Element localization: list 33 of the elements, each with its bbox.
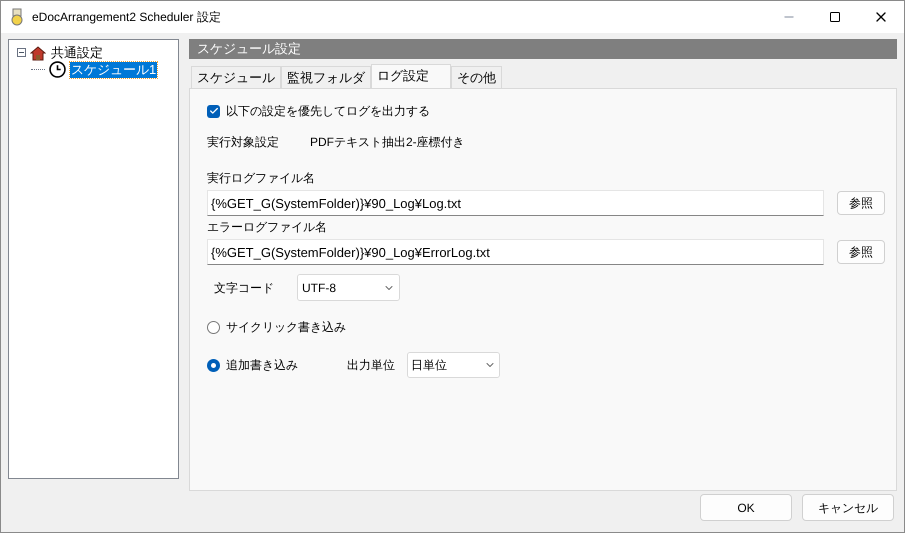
window-title: eDocArrangement2 Scheduler 設定: [32, 9, 221, 26]
browse-button[interactable]: 参照: [837, 240, 885, 264]
house-icon: [30, 44, 46, 60]
app-icon: [10, 8, 24, 26]
cancel-button[interactable]: キャンセル: [802, 494, 894, 521]
collapse-toggle[interactable]: [17, 48, 26, 57]
path-field[interactable]: {%GET_G(SystemFolder)}¥90_Log¥ErrorLog.txt: [207, 239, 824, 265]
field-label: 実行ログファイル名: [207, 170, 316, 186]
checkbox[interactable]: [207, 104, 220, 118]
unit-label: 出力単位: [347, 357, 396, 374]
ok-button[interactable]: OK: [700, 494, 792, 521]
maximize-icon: [829, 11, 841, 23]
radio-button[interactable]: [207, 358, 220, 372]
tree-item[interactable]: スケジュール1: [70, 62, 158, 78]
target-label: 実行対象設定: [207, 134, 280, 151]
target-value: PDFテキスト抽出2-座標付き: [310, 134, 465, 151]
encoding-dropdown[interactable]: UTF-8: [297, 274, 400, 301]
tab[interactable]: 監視フォルダ: [281, 66, 371, 88]
unit-dropdown[interactable]: 日単位: [407, 352, 500, 378]
clock-icon: [49, 61, 66, 78]
tab[interactable]: ログ設定: [371, 64, 451, 88]
checkbox-label: 以下の設定を優先してログを出力する: [226, 103, 430, 120]
tree-item[interactable]: 共通設定: [50, 44, 104, 60]
tab[interactable]: スケジュール: [191, 66, 281, 88]
field-label: エラーログファイル名: [207, 219, 328, 235]
encoding-label: 文字コード: [214, 280, 275, 296]
path-field[interactable]: {%GET_G(SystemFolder)}¥90_Log¥Log.txt: [207, 190, 824, 216]
radio-label: サイクリック書き込み: [226, 319, 347, 336]
radio-label: 追加書き込み: [226, 357, 299, 374]
panel-header: スケジュール設定: [189, 39, 897, 59]
browse-button[interactable]: 参照: [837, 191, 885, 215]
radio-button[interactable]: [207, 320, 220, 334]
tab[interactable]: その他: [451, 66, 502, 88]
